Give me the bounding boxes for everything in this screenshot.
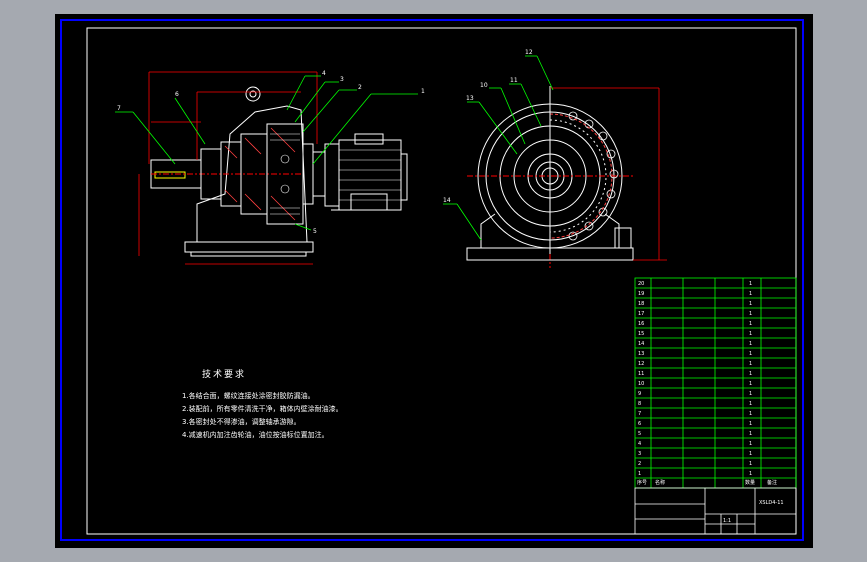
bom-row-no: 9 <box>638 391 641 397</box>
callout-2: 2 <box>358 84 362 91</box>
technical-notes: 技术要求 1.各结合面，螺纹连接处涂密封胶防漏油。 2.装配前，所有零件清洗干净… <box>182 369 343 442</box>
bom-header: 序号 名称 数量 备注 <box>637 479 777 486</box>
callout-10: 10 <box>480 82 488 89</box>
bom-row-qty: 1 <box>749 431 752 437</box>
bom-row-no: 11 <box>638 371 644 377</box>
bom-header-qty: 数量 <box>745 479 755 486</box>
front-leaders <box>443 55 554 241</box>
bom-row-qty: 1 <box>749 401 752 407</box>
bom-row-no: 13 <box>638 351 644 357</box>
front-view <box>466 86 634 268</box>
callout-4: 4 <box>322 70 326 77</box>
bom-row-no: 14 <box>638 341 644 347</box>
bom-row-qty: 1 <box>749 391 752 397</box>
cad-viewport[interactable]: 1 2 3 4 5 6 7 10 11 12 13 14 20 1 19 1 1… <box>55 14 813 548</box>
bom-row-no: 5 <box>638 431 641 437</box>
front-dimensions <box>550 87 667 261</box>
bom-table <box>634 277 797 489</box>
bom-header-note: 备注 <box>767 479 777 486</box>
bom-header-name: 名称 <box>655 479 665 486</box>
bom-row-qty: 1 <box>749 421 752 427</box>
callout-6: 6 <box>175 91 179 98</box>
bom-header-no: 序号 <box>637 479 647 486</box>
bom-row-qty: 1 <box>749 331 752 337</box>
callout-12: 12 <box>525 49 533 56</box>
bom-row-qty: 1 <box>749 471 752 477</box>
bom-row-qty: 1 <box>749 371 752 377</box>
note-line-4: 4.减速机内加注齿轮油，油位按油标位置加注。 <box>182 431 329 439</box>
callout-11: 11 <box>510 77 518 84</box>
bom-row-no: 19 <box>638 291 644 297</box>
callout-5: 5 <box>313 228 317 235</box>
bom-row-no: 3 <box>638 451 641 457</box>
drawing-number: XSLD4-11 <box>759 500 784 506</box>
bom-row-qty: 1 <box>749 451 752 457</box>
bom-row-qty: 1 <box>749 301 752 307</box>
title-block-text: XSLD4-11 1:1 <box>723 500 784 524</box>
note-line-2: 2.装配前，所有零件清洗干净，箱体内壁涂耐油漆。 <box>182 405 343 413</box>
side-view <box>150 86 408 257</box>
callout-13: 13 <box>466 95 474 102</box>
bom-row-qty: 1 <box>749 321 752 327</box>
outer-frame <box>60 19 804 541</box>
bom-row-qty: 1 <box>749 281 752 287</box>
bom-row-qty: 1 <box>749 351 752 357</box>
bom-row-qty: 1 <box>749 291 752 297</box>
callout-3: 3 <box>340 76 344 83</box>
title-block <box>634 487 797 535</box>
bom-row-no: 7 <box>638 411 641 417</box>
cad-drawing: 1 2 3 4 5 6 7 10 11 12 13 14 20 119 118 … <box>60 19 804 541</box>
callout-14: 14 <box>443 197 451 204</box>
bom-row-qty: 1 <box>749 311 752 317</box>
bom-row-qty: 1 <box>749 381 752 387</box>
side-dimensions <box>138 71 318 265</box>
note-line-3: 3.各密封处不得渗油，调整轴承游隙。 <box>182 418 301 426</box>
bom-row-qty: 1 <box>749 461 752 467</box>
bom-row-no: 15 <box>638 331 644 337</box>
technical-notes-title: 技术要求 <box>202 370 247 380</box>
bom-row-no: 18 <box>638 301 644 307</box>
bom-row-no: 12 <box>638 361 644 367</box>
bom-row-no: 6 <box>638 421 641 427</box>
bom-row-no: 16 <box>638 321 644 327</box>
bom-row-no: 2 <box>638 461 641 467</box>
bom-row-no: 10 <box>638 381 644 387</box>
bom-row-qty: 1 <box>749 441 752 447</box>
bom-row-no: 8 <box>638 401 641 407</box>
bom-row-no: 17 <box>638 311 644 317</box>
bom-row-qty: 1 <box>749 341 752 347</box>
bom-row-no: 20 <box>638 281 644 287</box>
front-callout-labels: 10 11 12 13 14 <box>443 49 533 204</box>
note-line-1: 1.各结合面，螺纹连接处涂密封胶防漏油。 <box>182 392 315 400</box>
bom-row-no: 4 <box>638 441 641 447</box>
bom-row-qty: 1 <box>749 361 752 367</box>
bom-row-no: 1 <box>638 471 641 477</box>
callout-7: 7 <box>117 105 121 112</box>
drawing-scale: 1:1 <box>723 518 731 524</box>
callout-1: 1 <box>421 88 425 95</box>
bom-row-qty: 1 <box>749 411 752 417</box>
